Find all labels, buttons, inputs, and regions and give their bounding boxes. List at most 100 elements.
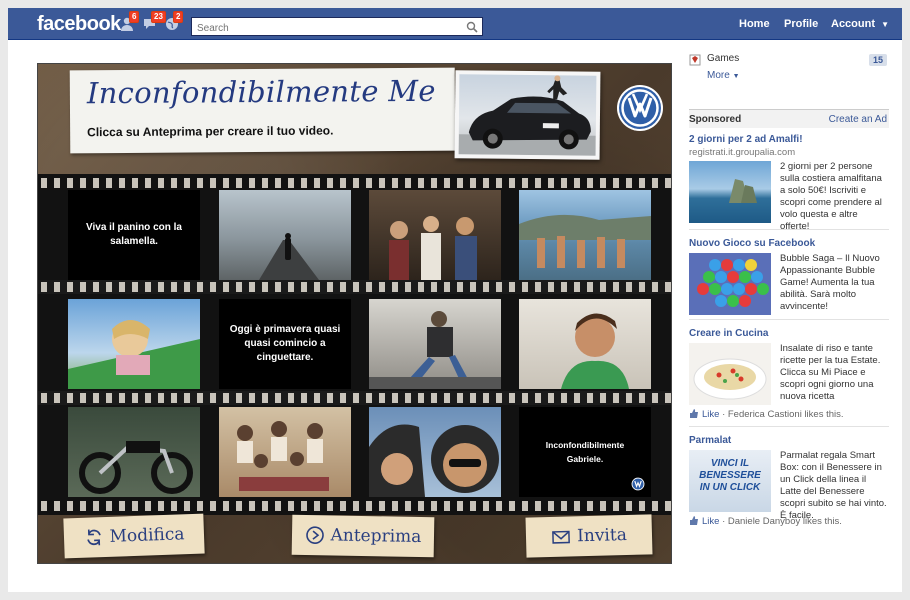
- games-label: Games: [707, 53, 740, 64]
- invite-button-label: Invita: [576, 525, 628, 547]
- ad-like-line: Like · Federica Castioni likes this.: [689, 409, 844, 420]
- preview-button-label: Anteprima: [330, 525, 422, 548]
- edit-button-label: Modifica: [109, 524, 185, 547]
- top-navigation-bar: facebook 6 23 2 Home Profile Account ▼: [8, 8, 902, 40]
- divider: [689, 426, 889, 427]
- friend-requests-jewel[interactable]: 6: [120, 11, 140, 33]
- child-slide-photo: [68, 320, 200, 389]
- ad-body: Bubble Saga – Il Nuovo Appassionante Bub…: [780, 253, 880, 312]
- video-frame-photo[interactable]: [68, 407, 200, 497]
- thumbs-up-icon: [690, 516, 698, 525]
- facebook-logo[interactable]: facebook: [37, 13, 121, 36]
- more-label: More: [707, 70, 730, 81]
- frame-caption: Inconfondibilmente Gabriele.: [545, 440, 625, 464]
- video-frame-caption-gabriele[interactable]: Inconfondibilmente Gabriele.: [519, 407, 651, 497]
- preview-button[interactable]: Anteprima: [291, 514, 435, 558]
- ad-title[interactable]: Nuovo Gioco su Facebook: [689, 238, 889, 250]
- ad-like-line: Like · Daniele Danyboy likes this.: [689, 516, 842, 527]
- games-count-badge: 15: [868, 54, 887, 66]
- chevron-down-icon: ▼: [881, 20, 889, 29]
- games-bookmark[interactable]: Games 15: [689, 52, 889, 68]
- ad-body: Insalate di riso e tante ricette per la …: [780, 343, 881, 402]
- video-frame-photo[interactable]: [219, 407, 351, 497]
- film-perforation: [38, 393, 671, 403]
- refresh-icon: [86, 529, 101, 546]
- edit-button[interactable]: Modifica: [63, 513, 205, 559]
- frame-caption: Oggi è primavera quasi quasi comincio a …: [229, 324, 341, 363]
- nav-home-link[interactable]: Home: [739, 8, 770, 40]
- divider: [689, 229, 889, 230]
- ad-image[interactable]: [689, 161, 771, 223]
- video-frame-photo[interactable]: [369, 407, 501, 497]
- ad-like-button[interactable]: Like: [702, 516, 719, 527]
- caret-down-icon: ▼: [732, 73, 740, 80]
- film-perforation: [38, 501, 671, 511]
- divider: [689, 319, 889, 320]
- motorcycle-rider-photo: [369, 311, 501, 389]
- notifications-jewel[interactable]: 2: [164, 11, 184, 33]
- group-photo: [389, 216, 477, 280]
- road-photo: [259, 233, 319, 280]
- app-title: Inconfondibilmente Me: [86, 73, 436, 111]
- ad-url: registrati.it.groupalia.com: [689, 147, 796, 158]
- account-label: Account: [831, 18, 875, 30]
- car-illustration: [458, 75, 596, 156]
- messages-jewel[interactable]: 23: [142, 11, 166, 33]
- video-frame-photo[interactable]: [369, 299, 501, 389]
- page-frame: facebook 6 23 2 Home Profile Account ▼ I…: [8, 8, 902, 592]
- search-box: [191, 17, 483, 37]
- ad-like-button[interactable]: Like: [702, 409, 719, 420]
- invite-button[interactable]: Invita: [525, 514, 653, 558]
- video-frame-photo[interactable]: [519, 299, 651, 389]
- nav-account-menu[interactable]: Account ▼: [831, 8, 889, 40]
- ad-like-text: · Federica Castioni likes this.: [719, 409, 844, 420]
- app-instruction: Clicca su Anteprima per creare il tuo vi…: [87, 123, 334, 140]
- video-frame-photo[interactable]: [68, 299, 200, 389]
- ad-title[interactable]: 2 giorni per 2 ad Amalfi!: [689, 134, 889, 146]
- ad-like-text: · Daniele Danyboy likes this.: [719, 516, 842, 527]
- search-input[interactable]: [192, 20, 460, 37]
- sponsored-ad[interactable]: 2 giorni per 2 ad Amalfi! registrati.it.…: [689, 134, 889, 232]
- ad-image[interactable]: [689, 343, 771, 405]
- sponsored-ad[interactable]: Creare in Cucina Insalate di riso e tant…: [689, 328, 889, 420]
- sponsored-ad[interactable]: Parmalat VINCI IL BENESSERE IN UN CLICK …: [689, 435, 889, 527]
- ad-title[interactable]: Creare in Cucina: [689, 328, 889, 340]
- ad-body: Parmalat regala Smart Box: con il Beness…: [780, 450, 887, 521]
- app-canvas: Inconfondibilmente Me Clicca su Anteprim…: [37, 63, 672, 564]
- bubbles-game-image: [697, 259, 769, 307]
- helmets-selfie-photo: [369, 424, 499, 497]
- rice-salad-photo: [693, 358, 767, 400]
- frame-caption: Viva il panino con la salamella.: [86, 222, 182, 247]
- search-icon[interactable]: [466, 21, 478, 33]
- video-frame-caption-primavera[interactable]: Oggi è primavera quasi quasi comincio a …: [219, 299, 351, 389]
- ad-body: 2 giorni per 2 persone sulla costiera am…: [780, 161, 882, 232]
- ad-image-text: VINCI IL BENESSERE IN UN CLICK: [699, 458, 761, 493]
- film-perforation: [38, 178, 671, 188]
- vintage-family-photo: [237, 421, 329, 491]
- video-frame-caption-panino[interactable]: Viva il panino con la salamella.: [68, 190, 200, 280]
- amalfi-coast-photo: [729, 179, 757, 203]
- play-circle-icon: [305, 526, 324, 544]
- envelope-icon: [552, 530, 571, 544]
- thumbs-up-icon: [690, 409, 698, 418]
- video-frame-photo[interactable]: [369, 190, 501, 280]
- volkswagen-small-icon: [631, 477, 645, 491]
- video-frame-photo[interactable]: [519, 190, 651, 280]
- ad-image[interactable]: [689, 253, 771, 315]
- beach-photo: [519, 214, 651, 268]
- sponsored-ad[interactable]: Nuovo Gioco su Facebook Bubble Saga – Il…: [689, 238, 889, 315]
- film-perforation: [38, 282, 671, 292]
- friend-requests-badge: 6: [129, 11, 140, 23]
- ad-image[interactable]: VINCI IL BENESSERE IN UN CLICK: [689, 450, 771, 512]
- ad-title[interactable]: Parmalat: [689, 435, 889, 447]
- volkswagen-logo: [617, 85, 663, 131]
- motorbike-photo: [79, 441, 193, 494]
- title-card: Inconfondibilmente Me Clicca su Anteprim…: [69, 67, 456, 154]
- video-frame-photo[interactable]: [219, 190, 351, 280]
- notifications-badge: 2: [173, 11, 184, 23]
- nav-profile-link[interactable]: Profile: [784, 8, 818, 40]
- sponsored-label: Sponsored: [689, 114, 742, 125]
- create-ad-link[interactable]: Create an Ad: [829, 114, 887, 125]
- games-icon: [689, 54, 701, 66]
- more-link[interactable]: More ▼: [707, 70, 740, 81]
